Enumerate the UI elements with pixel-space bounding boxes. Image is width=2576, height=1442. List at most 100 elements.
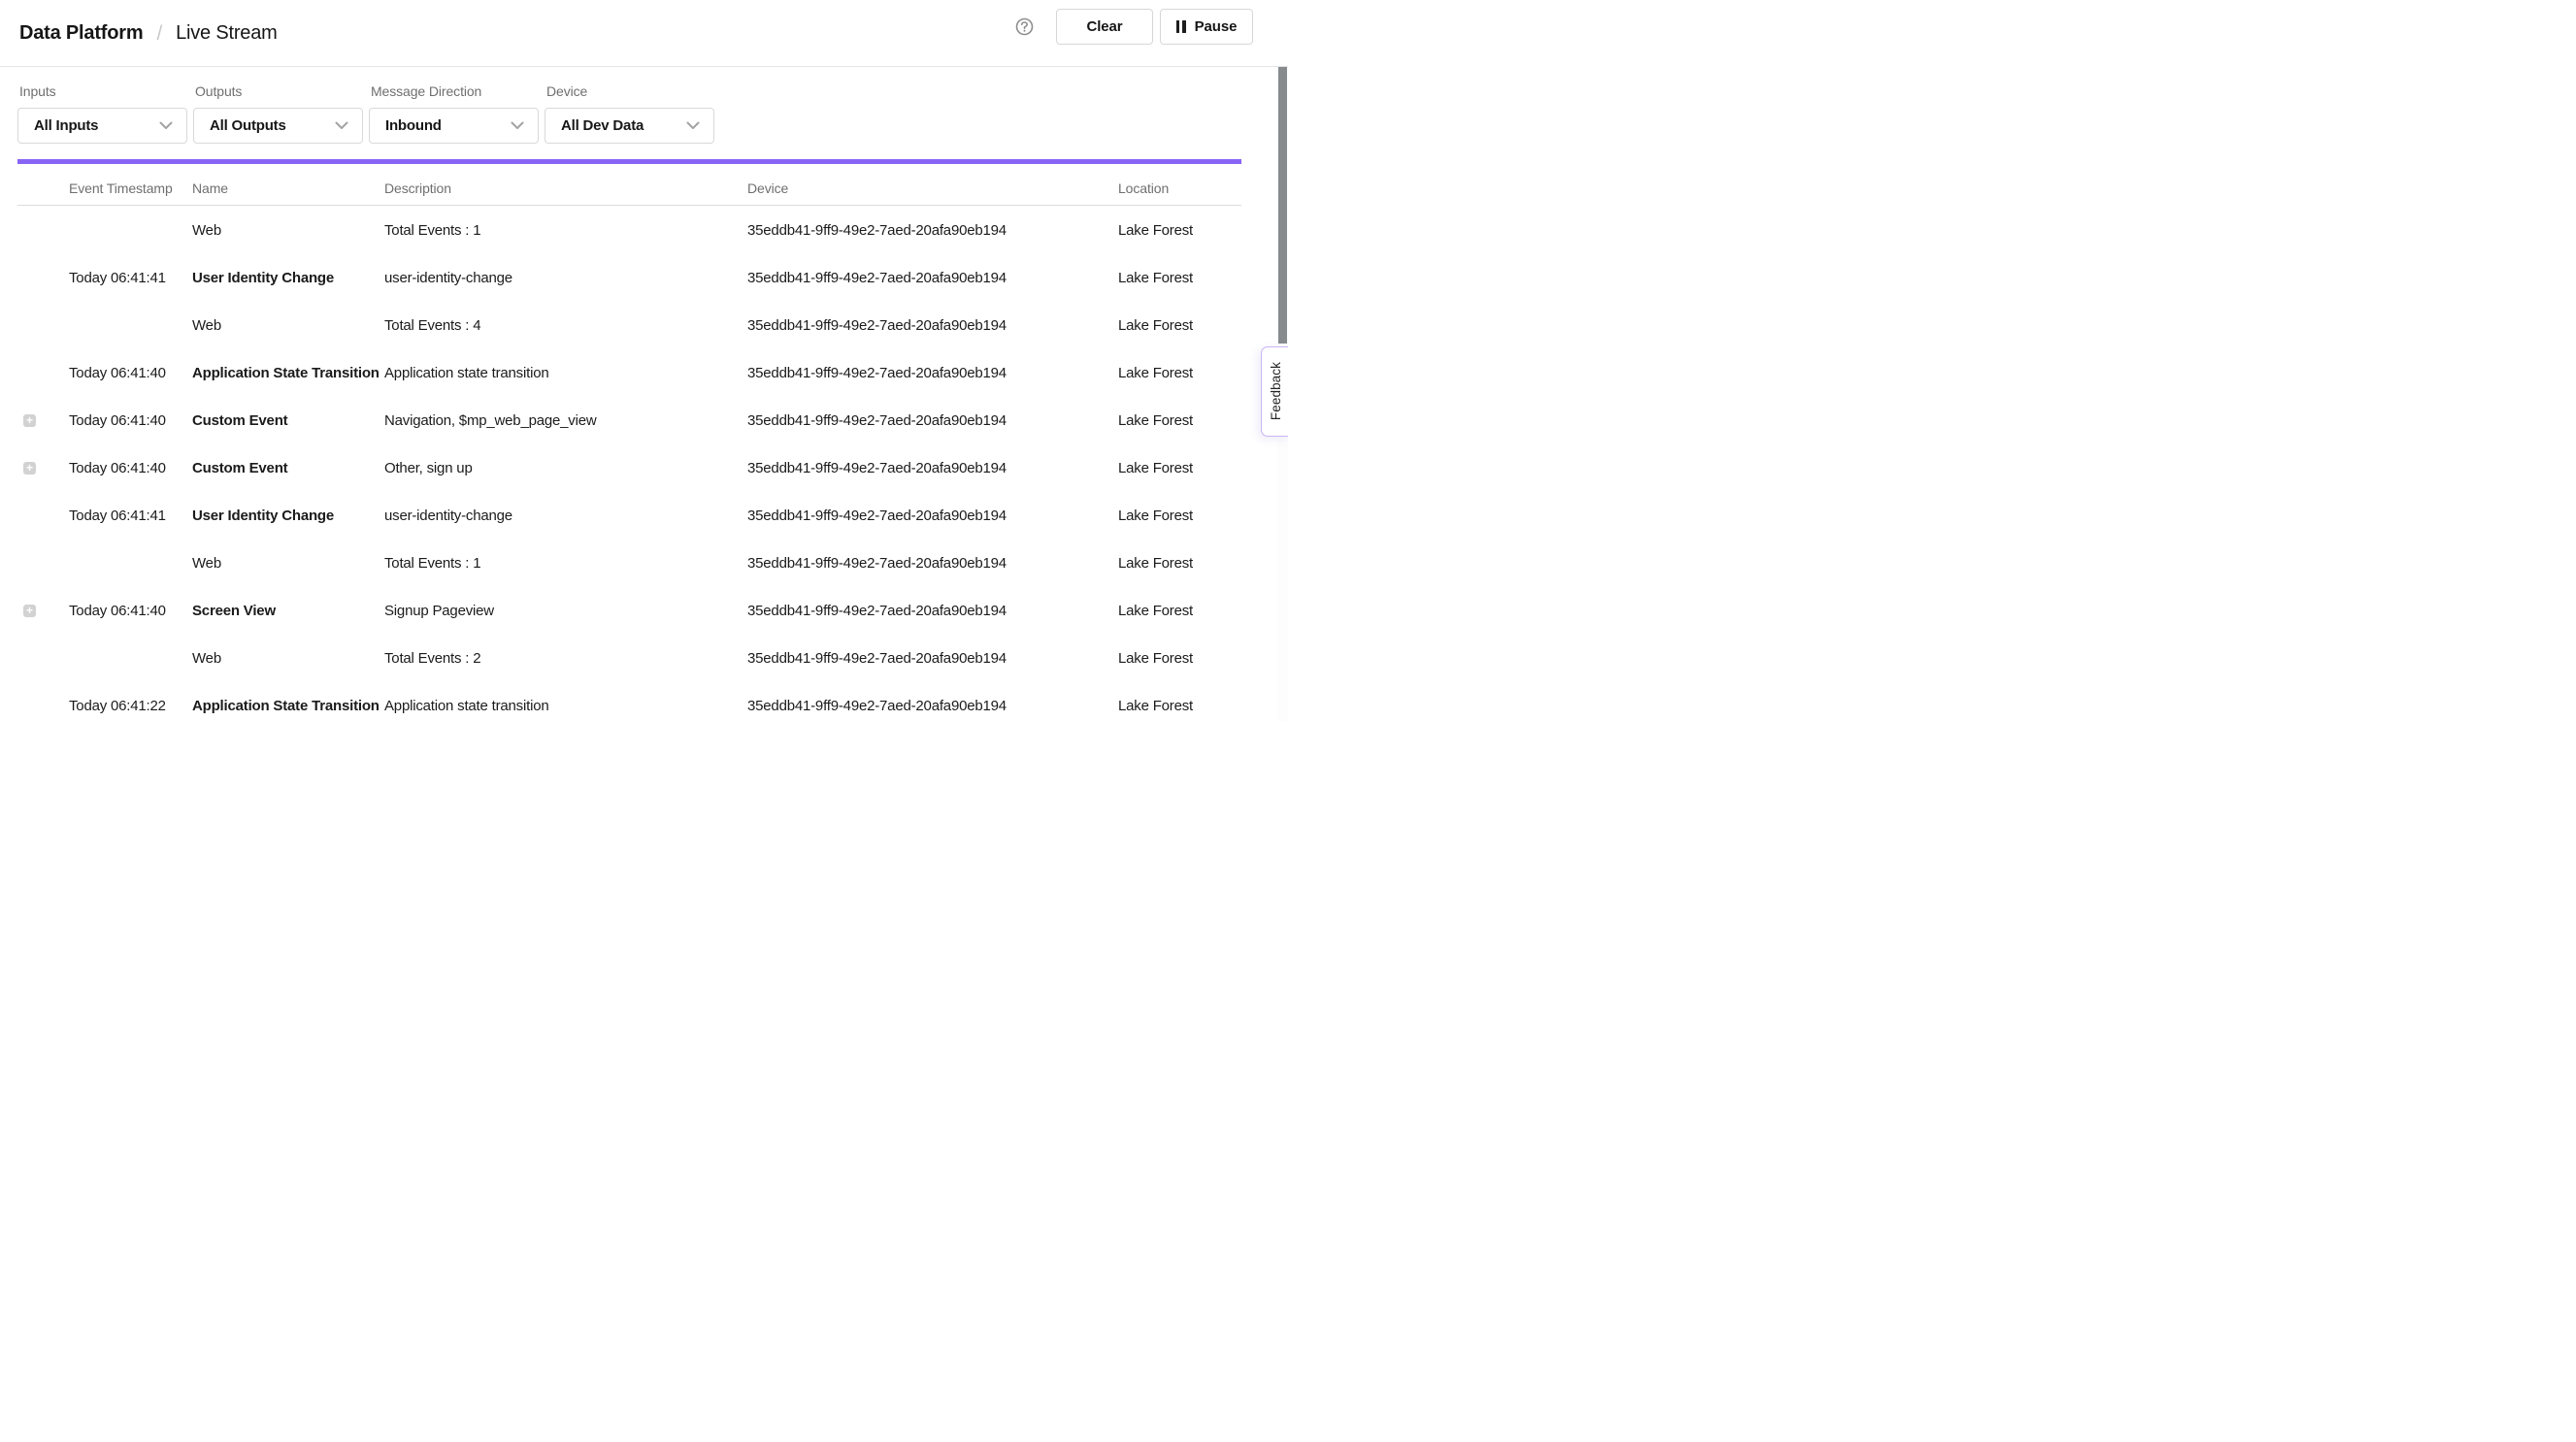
cell-name: Web bbox=[192, 302, 221, 349]
filter-outputs: Outputs All Outputs bbox=[193, 83, 363, 144]
table-row[interactable]: Today 06:41:22 Application State Transit… bbox=[0, 682, 1288, 721]
table-row[interactable]: Today 06:41:40 Application State Transit… bbox=[0, 349, 1288, 397]
expand-plus-icon[interactable] bbox=[23, 462, 36, 475]
cell-location: Lake Forest bbox=[1118, 444, 1193, 492]
pause-button-label: Pause bbox=[1195, 18, 1238, 35]
cell-timestamp: Today 06:41:40 bbox=[69, 397, 166, 444]
cell-name: Custom Event bbox=[192, 397, 287, 444]
cell-location: Lake Forest bbox=[1118, 587, 1193, 635]
table-row[interactable]: Today 06:41:41 User Identity Change user… bbox=[0, 492, 1288, 540]
column-header-location: Location bbox=[1118, 172, 1169, 206]
cell-name: User Identity Change bbox=[192, 492, 334, 540]
cell-timestamp: Today 06:41:41 bbox=[69, 492, 166, 540]
table-row[interactable]: Today 06:41:41 User Identity Change user… bbox=[0, 254, 1288, 302]
filter-inputs: Inputs All Inputs bbox=[17, 83, 187, 144]
table-row[interactable]: Web Total Events : 1 35eddb41-9ff9-49e2-… bbox=[0, 207, 1288, 254]
accent-divider bbox=[17, 159, 1241, 164]
table-row[interactable]: Web Total Events : 4 35eddb41-9ff9-49e2-… bbox=[0, 302, 1288, 349]
table-header: Event Timestamp Name Description Device … bbox=[17, 172, 1241, 206]
cell-device: 35eddb41-9ff9-49e2-7aed-20afa90eb194 bbox=[747, 207, 1007, 254]
inputs-dropdown[interactable]: All Inputs bbox=[17, 108, 187, 144]
cell-name: User Identity Change bbox=[192, 254, 334, 302]
cell-device: 35eddb41-9ff9-49e2-7aed-20afa90eb194 bbox=[747, 635, 1007, 682]
header-actions: Clear Pause bbox=[1014, 9, 1253, 45]
cell-name: Web bbox=[192, 207, 221, 254]
expand-plus-icon[interactable] bbox=[23, 605, 36, 617]
table-row[interactable]: Web Total Events : 1 35eddb41-9ff9-49e2-… bbox=[0, 540, 1288, 587]
cell-device: 35eddb41-9ff9-49e2-7aed-20afa90eb194 bbox=[747, 397, 1007, 444]
feedback-tab[interactable]: Feedback bbox=[1261, 346, 1288, 437]
filter-device: Device All Dev Data bbox=[545, 83, 714, 144]
filter-message-direction-label: Message Direction bbox=[369, 83, 539, 99]
feedback-tab-label: Feedback bbox=[1269, 362, 1283, 420]
cell-description: Total Events : 1 bbox=[384, 207, 480, 254]
scrollbar-thumb[interactable] bbox=[1278, 67, 1287, 344]
top-bar: Data Platform / Live Stream Clear Pause bbox=[0, 0, 1288, 67]
cell-device: 35eddb41-9ff9-49e2-7aed-20afa90eb194 bbox=[747, 492, 1007, 540]
filter-inputs-label: Inputs bbox=[17, 83, 187, 99]
cell-device: 35eddb41-9ff9-49e2-7aed-20afa90eb194 bbox=[747, 254, 1007, 302]
cell-location: Lake Forest bbox=[1118, 397, 1193, 444]
chevron-down-icon bbox=[159, 121, 173, 130]
filter-message-direction: Message Direction Inbound bbox=[369, 83, 539, 144]
cell-name: Application State Transition bbox=[192, 682, 380, 721]
cell-description: Other, sign up bbox=[384, 444, 473, 492]
chevron-down-icon bbox=[335, 121, 348, 130]
filter-bar: Inputs All Inputs Outputs All Outputs Me… bbox=[17, 83, 714, 144]
cell-location: Lake Forest bbox=[1118, 682, 1193, 721]
cell-description: Total Events : 2 bbox=[384, 635, 480, 682]
table-row[interactable]: Today 06:41:40 Custom Event Navigation, … bbox=[0, 397, 1288, 444]
chevron-down-icon bbox=[686, 121, 700, 130]
filter-outputs-label: Outputs bbox=[193, 83, 363, 99]
breadcrumb-separator: / bbox=[156, 22, 162, 46]
device-dropdown-value: All Dev Data bbox=[561, 117, 644, 134]
column-header-name: Name bbox=[192, 172, 228, 206]
cell-device: 35eddb41-9ff9-49e2-7aed-20afa90eb194 bbox=[747, 682, 1007, 721]
chevron-down-icon bbox=[511, 121, 524, 130]
table-row[interactable]: Web Total Events : 2 35eddb41-9ff9-49e2-… bbox=[0, 635, 1288, 682]
cell-timestamp: Today 06:41:40 bbox=[69, 444, 166, 492]
pause-button[interactable]: Pause bbox=[1160, 9, 1253, 45]
clear-button[interactable]: Clear bbox=[1056, 9, 1153, 45]
cell-description: Application state transition bbox=[384, 682, 549, 721]
cell-timestamp: Today 06:41:40 bbox=[69, 349, 166, 397]
cell-name: Web bbox=[192, 540, 221, 587]
cell-description: Signup Pageview bbox=[384, 587, 494, 635]
cell-timestamp: Today 06:41:41 bbox=[69, 254, 166, 302]
message-direction-dropdown-value: Inbound bbox=[385, 117, 442, 134]
column-header-description: Description bbox=[384, 172, 451, 206]
pause-icon bbox=[1176, 20, 1186, 33]
cell-name: Screen View bbox=[192, 587, 276, 635]
table-row[interactable]: Today 06:41:40 Screen View Signup Pagevi… bbox=[0, 587, 1288, 635]
cell-location: Lake Forest bbox=[1118, 349, 1193, 397]
column-header-timestamp: Event Timestamp bbox=[69, 172, 173, 206]
cell-description: Navigation, $mp_web_page_view bbox=[384, 397, 597, 444]
filter-device-label: Device bbox=[545, 83, 714, 99]
cell-location: Lake Forest bbox=[1118, 492, 1193, 540]
cell-timestamp: Today 06:41:22 bbox=[69, 682, 166, 721]
cell-device: 35eddb41-9ff9-49e2-7aed-20afa90eb194 bbox=[747, 540, 1007, 587]
device-dropdown[interactable]: All Dev Data bbox=[545, 108, 714, 144]
outputs-dropdown-value: All Outputs bbox=[210, 117, 286, 134]
outputs-dropdown[interactable]: All Outputs bbox=[193, 108, 363, 144]
cell-location: Lake Forest bbox=[1118, 302, 1193, 349]
help-icon[interactable] bbox=[1014, 17, 1034, 37]
cell-description: Total Events : 1 bbox=[384, 540, 480, 587]
cell-name: Application State Transition bbox=[192, 349, 380, 397]
column-header-device: Device bbox=[747, 172, 788, 206]
cell-device: 35eddb41-9ff9-49e2-7aed-20afa90eb194 bbox=[747, 302, 1007, 349]
page-title: Live Stream bbox=[176, 22, 278, 45]
event-list: Web Total Events : 1 35eddb41-9ff9-49e2-… bbox=[0, 207, 1288, 721]
cell-location: Lake Forest bbox=[1118, 254, 1193, 302]
table-row[interactable]: Today 06:41:40 Custom Event Other, sign … bbox=[0, 444, 1288, 492]
cell-name: Web bbox=[192, 635, 221, 682]
cell-location: Lake Forest bbox=[1118, 540, 1193, 587]
message-direction-dropdown[interactable]: Inbound bbox=[369, 108, 539, 144]
cell-location: Lake Forest bbox=[1118, 635, 1193, 682]
expand-plus-icon[interactable] bbox=[23, 414, 36, 427]
cell-description: user-identity-change bbox=[384, 492, 512, 540]
cell-description: Application state transition bbox=[384, 349, 549, 397]
cell-device: 35eddb41-9ff9-49e2-7aed-20afa90eb194 bbox=[747, 587, 1007, 635]
breadcrumb-section[interactable]: Data Platform bbox=[19, 22, 143, 45]
cell-description: user-identity-change bbox=[384, 254, 512, 302]
